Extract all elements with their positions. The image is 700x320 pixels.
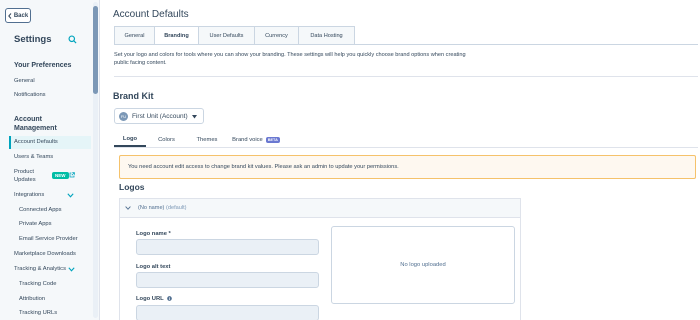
sidebar-scrollbar[interactable] (93, 2, 98, 318)
chevron-left-icon (7, 12, 12, 19)
subtab-logo[interactable]: Logo (114, 133, 146, 147)
beta-badge: BETA (265, 137, 280, 143)
sidebar-item-private-apps[interactable]: Private Apps (19, 221, 52, 227)
tab-currency[interactable]: Currency (255, 26, 299, 45)
info-icon[interactable] (167, 296, 173, 301)
sidebar-item-product-updates-line2[interactable]: Updates (14, 177, 36, 183)
logo-accordion-header[interactable]: (No name) (default) (119, 198, 521, 218)
sidebar-item-general[interactable]: General (14, 78, 35, 84)
caret-down-icon (192, 115, 197, 119)
sidebar-item-product-updates[interactable]: Product (14, 169, 34, 175)
search-icon[interactable] (68, 35, 77, 44)
settings-sidebar: Back Settings Your Preferences General N… (0, 0, 100, 320)
tab-general[interactable]: General (114, 26, 155, 45)
external-link-icon (69, 172, 75, 178)
sidebar-item-email-service-provider[interactable]: Email Service Provider (19, 236, 78, 242)
back-label: Back (13, 12, 29, 19)
sidebar-item-connected-apps[interactable]: Connected Apps (19, 207, 62, 213)
new-badge: NEW (52, 172, 69, 179)
unit-avatar: FU (119, 111, 128, 121)
subtab-brand-voice[interactable]: Brand voice BETA (227, 133, 285, 147)
sidebar-item-account-defaults[interactable]: Account Defaults (14, 139, 58, 145)
chevron-down-icon[interactable] (67, 193, 74, 198)
unit-selected-value: First Unit (Account) (132, 112, 188, 120)
back-button[interactable]: Back (5, 8, 31, 23)
logo-alt-text-input[interactable] (136, 272, 319, 288)
brand-kit-title: Brand Kit (113, 91, 154, 101)
subtab-colors[interactable]: Colors (146, 133, 187, 147)
sidebar-item-integrations[interactable]: Integrations (14, 192, 44, 198)
sidebar-item-marketplace-downloads[interactable]: Marketplace Downloads (14, 251, 76, 257)
permission-alert: You need account edit access to change b… (119, 155, 696, 179)
sidebar-item-attribution[interactable]: Attribution (19, 296, 45, 302)
sidebar-item-tracking-urls[interactable]: Tracking URLs (19, 310, 57, 316)
subtab-brand-voice-label: Brand voice (232, 137, 263, 143)
tabs-divider (114, 44, 698, 45)
logo-name-input[interactable] (136, 239, 319, 255)
logo-upload-area[interactable]: No logo uploaded (331, 226, 515, 304)
section-divider (114, 76, 698, 77)
no-logo-text: No logo uploaded (400, 262, 446, 268)
logo-url-label: Logo URL (136, 296, 164, 303)
sidebar-item-tracking-code[interactable]: Tracking Code (19, 281, 56, 287)
subtabs-divider (114, 147, 698, 148)
scrollbar-thumb[interactable] (93, 6, 98, 94)
chevron-down-icon (125, 206, 131, 210)
your-preferences-header: Your Preferences (14, 62, 72, 69)
main-content: Account Defaults General Branding User D… (101, 0, 700, 320)
sidebar-item-tracking-analytics[interactable]: Tracking & Analytics (14, 266, 66, 272)
logo-url-input[interactable] (136, 305, 319, 320)
tab-branding[interactable]: Branding (155, 26, 199, 45)
sidebar-item-users-teams[interactable]: Users & Teams (14, 154, 53, 160)
sidebar-item-notifications[interactable]: Notifications (14, 92, 46, 98)
default-tag: (default) (166, 205, 187, 211)
logo-name-value: (No name) (138, 205, 165, 211)
chevron-down-icon[interactable] (68, 267, 75, 272)
logo-accordion-name: (No name) (default) (138, 205, 187, 211)
page-title: Account Defaults (113, 9, 189, 20)
permission-alert-text: You need account edit access to change b… (128, 164, 399, 170)
logo-url-label-row: Logo URL (136, 296, 173, 303)
tab-data-hosting[interactable]: Data Hosting (299, 26, 355, 45)
sidebar-title: Settings (14, 34, 52, 45)
tab-user-defaults[interactable]: User Defaults (199, 26, 255, 45)
account-management-header: Account Management (14, 116, 57, 132)
branding-description: Set your logo and colors for tools where… (114, 52, 466, 66)
settings-tabs: General Branding User Defaults Currency … (114, 26, 355, 45)
subtab-themes[interactable]: Themes (187, 133, 227, 147)
logo-name-label: Logo name * (136, 231, 171, 237)
business-unit-dropdown[interactable]: FU First Unit (Account) (114, 108, 204, 124)
logo-alt-text-label: Logo alt text (136, 264, 171, 270)
brand-kit-subtabs: Logo Colors Themes Brand voice BETA (114, 133, 285, 147)
logos-title: Logos (119, 182, 145, 192)
